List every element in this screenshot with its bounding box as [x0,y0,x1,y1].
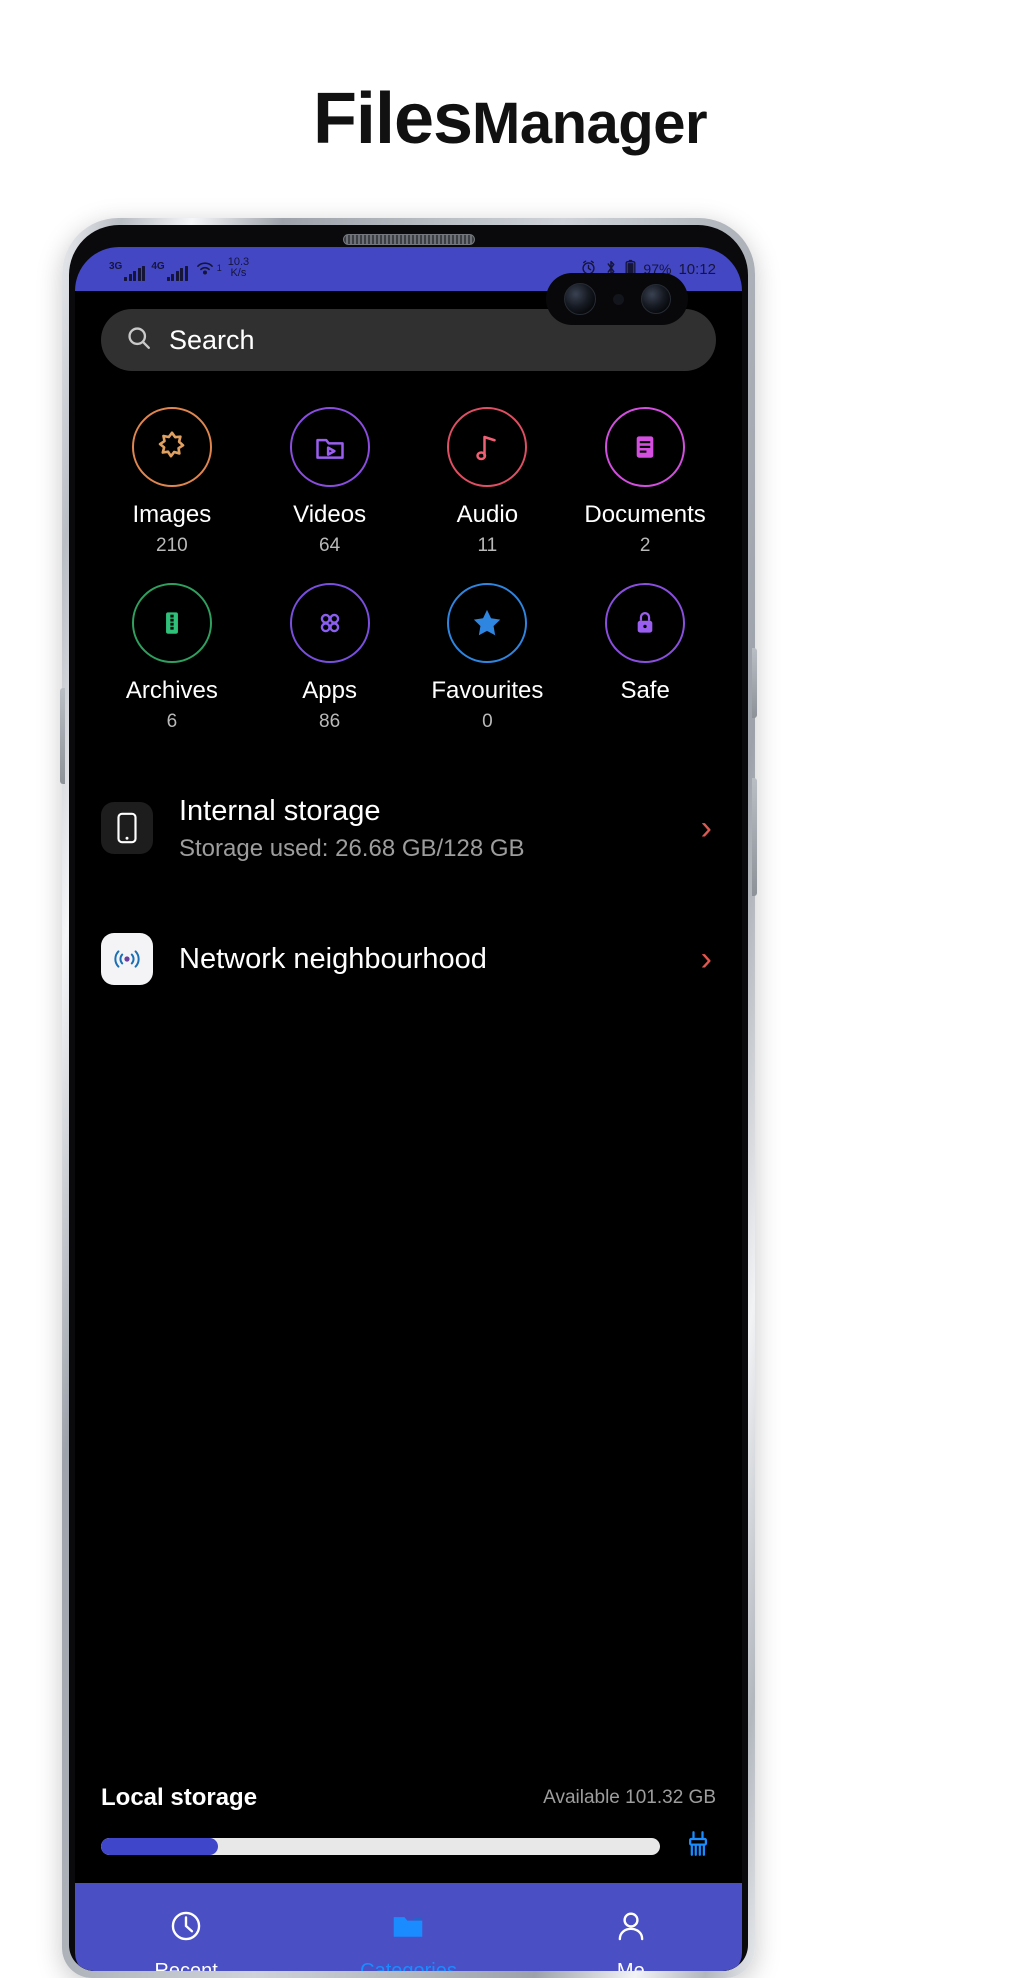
category-item-videos[interactable]: Videos 64 [251,407,409,557]
local-storage-title: Local storage [101,1784,258,1811]
network-speed-indicator: 10.3 K/s [228,257,249,279]
local-storage-summary: Local storage Available 101.32 GB [75,1784,742,1867]
storage-row-title: Network neighbourhood [179,943,487,976]
wifi-icon [194,258,216,281]
phone-screen: 3G 4G 1 10.3 K/s 97% 10:12 Search Images… [75,247,742,1971]
category-count: 0 [482,711,493,732]
storage-row-title: Internal storage [179,795,381,827]
phone-bezel: 3G 4G 1 10.3 K/s 97% 10:12 Search Images… [69,225,748,1971]
storage-progress-fill [101,1838,219,1855]
signal-bars-icon-2 [166,266,188,281]
signal-3g-indicator: 3G [109,261,146,281]
storage-row-subtitle: Storage used: 26.68 GB/128 GB [179,835,525,863]
page-title: FilesManager [0,78,1020,160]
category-count: 64 [319,535,341,556]
nav-label: Recent [154,1960,218,1971]
phone-device-frame: 3G 4G 1 10.3 K/s 97% 10:12 Search Images… [60,218,757,1978]
signal-4g-indicator: 4G [151,261,188,281]
person-icon [612,1907,650,1950]
volume-button[interactable] [60,688,65,784]
category-label: Apps [302,677,357,704]
category-item-documents[interactable]: Documents 2 [566,407,724,557]
phone-icon [101,802,153,855]
chevron-right-icon[interactable]: › [701,811,712,845]
category-label: Favourites [431,677,544,704]
category-label: Documents [584,501,706,528]
app-content: Search Images 210 Videos 64 Audio 11 Doc… [75,309,742,1971]
lock-icon [605,583,686,663]
category-item-audio[interactable]: Audio 11 [409,407,567,557]
nav-item-me[interactable]: Me [520,1893,742,1971]
wifi-slot-label: 1 [216,263,222,273]
earpiece-speaker-icon [342,234,475,245]
camera-sensor-icon [612,293,624,305]
chevron-right-icon[interactable]: › [701,942,712,976]
category-grid: Images 210 Videos 64 Audio 11 Documents … [75,371,742,733]
front-camera-icon [563,283,596,315]
network-speed-unit: K/s [230,267,247,279]
music-note-icon [447,407,528,487]
status-bar-clock: 10:12 [678,260,716,278]
front-camera-secondary-icon [640,284,671,314]
nav-item-recent[interactable]: Recent [75,1893,297,1971]
category-label: Videos [293,501,367,528]
signal-bars-icon-1 [124,266,146,281]
page-title-light: Manager [472,91,708,156]
storage-row-internal[interactable]: Internal storage Storage used: 26.68 GB/… [101,779,716,877]
nav-label: Categories [360,1960,457,1971]
side-button-secondary[interactable] [752,648,757,718]
local-storage-available: Available 101.32 GB [543,1787,716,1808]
search-icon [125,324,153,357]
bottom-navigation-bar: Recent Categories Me [75,1883,742,1971]
nav-label: Me [616,1960,645,1971]
category-count: 210 [156,535,188,556]
nav-item-categories[interactable]: Categories [297,1893,519,1971]
video-folder-icon [289,407,370,487]
category-item-apps[interactable]: Apps 86 [251,583,409,733]
image-star-icon [131,407,212,487]
network-type-label-2: 4G [151,261,165,272]
clock-icon [167,1907,205,1950]
camera-punch-hole [546,273,688,325]
category-item-archives[interactable]: Archives 6 [93,583,251,733]
page-title-strong: Files [312,79,473,159]
category-count: 11 [477,535,498,556]
category-item-safe[interactable]: Safe [566,583,724,733]
network-type-label-1: 3G [109,261,123,272]
category-label: Audio [456,501,519,528]
category-label: Archives [125,677,218,704]
network-broadcast-icon [101,933,153,986]
folder-icon [389,1907,427,1950]
search-placeholder: Search [169,324,255,355]
category-count: 2 [639,535,651,556]
storage-list: Internal storage Storage used: 26.68 GB/… [75,733,742,999]
category-item-images[interactable]: Images 210 [93,407,251,557]
archive-zip-icon [131,583,212,663]
apps-grid-icon [289,583,370,663]
storage-clean-icon[interactable] [680,1826,716,1867]
storage-row-network[interactable]: Network neighbourhood › [101,919,716,999]
category-label: Safe [620,677,670,704]
category-count: 86 [319,711,341,732]
document-icon [605,407,686,487]
category-count: 6 [166,711,178,732]
power-button[interactable] [752,778,757,896]
star-icon [447,583,528,663]
category-item-favourites[interactable]: Favourites 0 [409,583,567,733]
storage-progress-bar [101,1838,660,1855]
category-label: Images [132,501,212,528]
